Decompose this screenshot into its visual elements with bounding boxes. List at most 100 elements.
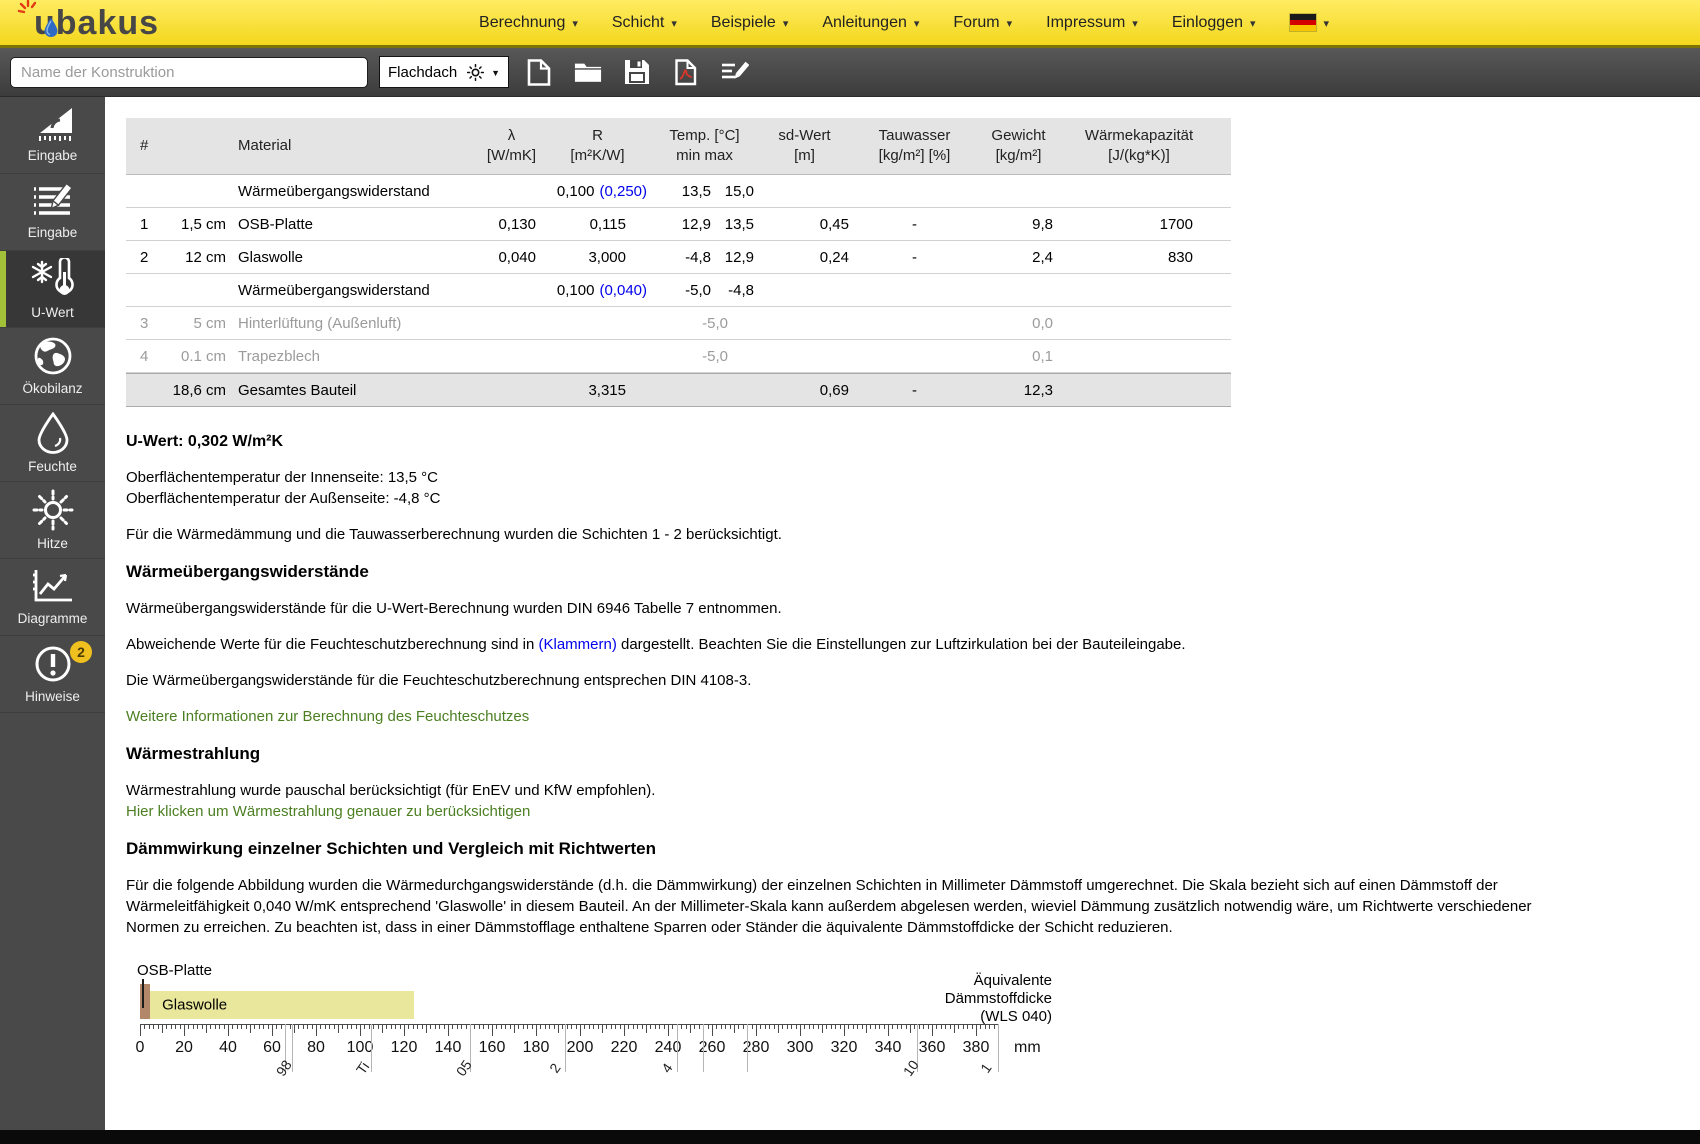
table-row: Wärmeübergangswiderstand0,100(0,040)-5,0… (126, 274, 1231, 307)
ruler-tick (444, 1024, 445, 1029)
ruler-tick (712, 1024, 713, 1036)
table-cell: 0.1 cm (161, 348, 233, 365)
sidebar-item-u-wert[interactable]: U-Wert (0, 251, 105, 328)
ruler-tick (241, 1024, 242, 1029)
sidebar-item-oekobilanz[interactable]: Ökobilanz (0, 328, 105, 405)
sidebar-item-hitze[interactable]: Hitze (0, 482, 105, 559)
ruler-tick (835, 1024, 836, 1029)
ruler-tick (800, 1024, 801, 1036)
language-selector[interactable] (1290, 14, 1330, 32)
u-value-result: U-Wert: 0,302 W/m²K (126, 431, 1680, 452)
sidebar-item-diagramme[interactable]: Diagramme (0, 559, 105, 636)
nav-label: Anleitungen (822, 14, 907, 32)
radiation-link[interactable]: Hier klicken um Wärmestrahlung genauer z… (126, 801, 1680, 822)
nav-anleitungen[interactable]: Anleitungen (822, 14, 919, 32)
table-cell: 2 (126, 249, 161, 266)
new-document-button[interactable] (525, 58, 553, 86)
sidebar-item-hinweise[interactable]: 2 Hinweise (0, 636, 105, 713)
ruler-tick (210, 1024, 211, 1029)
exclamation-circle-icon (33, 644, 73, 684)
ruler-tick (734, 1024, 735, 1033)
ruler-tick (611, 1024, 612, 1029)
table-cell: 9,8 (976, 216, 1061, 233)
r-moisture-value: (0,250) (599, 183, 647, 200)
ruler-tick (633, 1024, 634, 1029)
ruler-tick (760, 1024, 761, 1029)
ruler-fragment: 10 (900, 1057, 922, 1079)
construction-type-select[interactable]: Flachdach (379, 56, 509, 88)
set-square-icon (30, 107, 76, 143)
chevron-down-icon (1324, 14, 1330, 32)
nav-forum[interactable]: Forum (953, 14, 1012, 32)
construction-toolbar: Flachdach (0, 48, 1700, 97)
reference-line (998, 1024, 999, 1072)
sidebar-item-feuchte[interactable]: Feuchte (0, 405, 105, 482)
ruler-number: 340 (868, 1039, 908, 1057)
table-row: Wärmeübergangswiderstand0,100(0,250)13,5… (126, 175, 1231, 208)
layers-note: Für die Wärmedämmung und die Tauwasserbe… (126, 524, 1680, 545)
ruler-number: 0 (120, 1039, 160, 1057)
ruler-tick (866, 1024, 867, 1033)
r-value: 0,115 (590, 216, 626, 233)
table-cell: 1,5 cm (161, 216, 233, 233)
ruler-tick (716, 1024, 717, 1029)
ruler-tick (994, 1024, 995, 1029)
nav-beispiele[interactable]: Beispiele (711, 14, 788, 32)
ruler-tick (219, 1024, 220, 1029)
open-folder-button[interactable] (574, 58, 602, 86)
file-actions (525, 58, 749, 86)
ruler-number: 140 (428, 1039, 468, 1057)
construction-name-input[interactable] (10, 57, 368, 88)
edit-notes-button[interactable] (721, 58, 749, 86)
klammern-link[interactable]: (Klammern) (538, 636, 616, 653)
reference-line (747, 1024, 748, 1072)
ruler-baseline (140, 1024, 998, 1025)
ruler-tick (505, 1024, 506, 1029)
heat-transfer-p3: Die Wärmeübergangswiderstände für die Fe… (126, 670, 1680, 691)
reference-line (677, 1024, 678, 1072)
ruler-tick (769, 1024, 770, 1029)
table-row: 212 cmGlaswolle0,0403,000-4,812,90,24-2,… (126, 241, 1231, 274)
ruler-tick (413, 1024, 414, 1029)
sidebar-item-label: Diagramme (18, 611, 88, 626)
ruler-tick (351, 1024, 352, 1029)
ubakus-logo[interactable]: ubakus (20, 6, 159, 40)
ruler-tick (862, 1024, 863, 1029)
nav-berechnung[interactable]: Berechnung (479, 14, 578, 32)
ruler-tick (963, 1024, 964, 1029)
ruler-tick (166, 1024, 167, 1029)
ruler-tick (950, 1024, 951, 1029)
table-cell: 15,0 (713, 183, 756, 200)
ruler-tick (408, 1024, 409, 1029)
nav-schicht[interactable]: Schicht (612, 14, 677, 32)
sidebar-item-label: Hinweise (25, 689, 80, 704)
ruler-tick (945, 1024, 946, 1029)
surface-temp-outside: Oberflächentemperatur der Außenseite: -4… (126, 488, 1680, 509)
table-cell: 3,000 (542, 249, 653, 266)
sidebar-item-eingabe-1[interactable]: Eingabe (0, 97, 105, 174)
sun-icon (467, 64, 484, 81)
ruler-fragment: 2 (546, 1060, 564, 1076)
save-button[interactable] (623, 58, 651, 86)
ruler-tick (615, 1024, 616, 1029)
ruler-tick (936, 1024, 937, 1029)
ruler-tick (897, 1024, 898, 1029)
r-value: 3,000 (588, 249, 626, 266)
table-row: 11,5 cmOSB-Platte0,1300,11512,913,50,45-… (126, 208, 1231, 241)
nav-einloggen[interactable]: Einloggen (1172, 14, 1256, 32)
chevron-down-icon (1007, 14, 1013, 32)
ruler-tick (822, 1024, 823, 1033)
nav-impressum[interactable]: Impressum (1046, 14, 1138, 32)
sidebar-item-eingabe-2[interactable]: Eingabe (0, 174, 105, 251)
table-cell: -5,0 (670, 348, 730, 365)
chart-axis-title: Äquivalente Dämmstoffdicke (WLS 040) (892, 972, 1052, 1026)
moisture-info-link[interactable]: Weitere Informationen zur Berechnung des… (126, 706, 1680, 727)
ruler-tick (668, 1024, 669, 1036)
ruler-tick (558, 1024, 559, 1033)
r-moisture-value: (0,040) (599, 282, 647, 299)
pdf-export-button[interactable] (672, 58, 700, 86)
ruler-tick (193, 1024, 194, 1029)
ruler-tick (664, 1024, 665, 1029)
ruler-tick (796, 1024, 797, 1029)
ruler-tick (483, 1024, 484, 1029)
